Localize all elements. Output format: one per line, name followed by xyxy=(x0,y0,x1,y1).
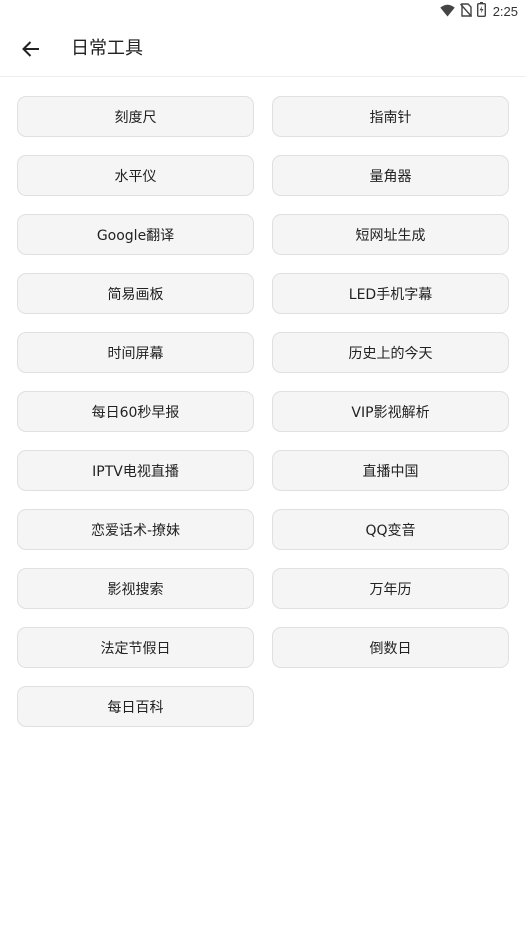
tool-button-led-subtitle[interactable]: LED手机字幕 xyxy=(272,273,509,314)
screen: 2:25 日常工具 刻度尺 指南针 水平仪 量角器 Google翻译 短网址生成… xyxy=(0,0,526,936)
tool-button-google-translate[interactable]: Google翻译 xyxy=(17,214,254,255)
status-bar: 2:25 xyxy=(0,0,526,22)
tool-button-short-url[interactable]: 短网址生成 xyxy=(272,214,509,255)
tool-button-protractor[interactable]: 量角器 xyxy=(272,155,509,196)
tool-button-qq-voice-changer[interactable]: QQ变音 xyxy=(272,509,509,550)
tool-button-daily-encyclopedia[interactable]: 每日百科 xyxy=(17,686,254,727)
back-button[interactable] xyxy=(14,32,48,66)
tool-button-vip-video-parse[interactable]: VIP影视解析 xyxy=(272,391,509,432)
wifi-icon xyxy=(439,2,455,21)
tool-button-public-holidays[interactable]: 法定节假日 xyxy=(17,627,254,668)
tool-button-perpetual-calendar[interactable]: 万年历 xyxy=(272,568,509,609)
tool-button-compass[interactable]: 指南针 xyxy=(272,96,509,137)
battery-icon xyxy=(476,1,486,21)
no-sim-icon xyxy=(459,2,472,21)
tool-button-ruler[interactable]: 刻度尺 xyxy=(17,96,254,137)
tool-button-daily-news[interactable]: 每日60秒早报 xyxy=(17,391,254,432)
arrow-left-icon xyxy=(22,41,39,57)
status-icons: 2:25 xyxy=(439,1,518,21)
tool-button-live-china[interactable]: 直播中国 xyxy=(272,450,509,491)
toolbar: 日常工具 xyxy=(0,22,526,77)
tool-button-drawing-board[interactable]: 简易画板 xyxy=(17,273,254,314)
page-title: 日常工具 xyxy=(71,38,143,59)
tool-button-love-talk[interactable]: 恋爱话术-撩妹 xyxy=(17,509,254,550)
tool-button-level[interactable]: 水平仪 xyxy=(17,155,254,196)
tool-button-iptv-live[interactable]: IPTV电视直播 xyxy=(17,450,254,491)
tool-button-video-search[interactable]: 影视搜索 xyxy=(17,568,254,609)
tool-button-countdown-days[interactable]: 倒数日 xyxy=(272,627,509,668)
tool-button-time-screen[interactable]: 时间屏幕 xyxy=(17,332,254,373)
tool-grid: 刻度尺 指南针 水平仪 量角器 Google翻译 短网址生成 简易画板 LED手… xyxy=(17,96,509,727)
tool-button-today-in-history[interactable]: 历史上的今天 xyxy=(272,332,509,373)
status-time: 2:25 xyxy=(492,3,518,19)
